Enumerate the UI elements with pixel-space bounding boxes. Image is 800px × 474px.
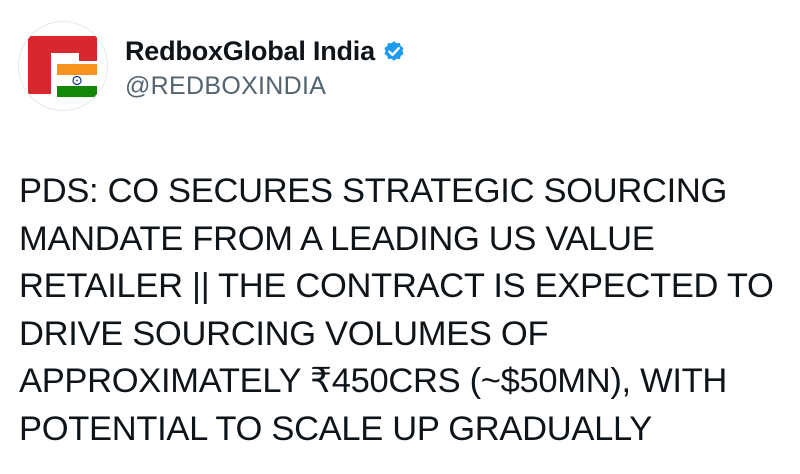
author-handle[interactable]: @REDBOXINDIA: [125, 72, 407, 101]
post-text-line: PDS: CO SECURES STRATEGIC SOURCING: [19, 172, 728, 210]
redbox-india-logo-icon: [28, 36, 97, 97]
avatar[interactable]: [19, 22, 107, 110]
verified-badge-icon: [381, 38, 407, 64]
post: RedboxGlobal India @REDBOXINDIA PDS: CO …: [0, 0, 800, 474]
post-text: PDS: CO SECURES STRATEGIC SOURCING MANDA…: [19, 168, 789, 453]
post-text-line: POTENTIAL TO SCALE UP GRADUALLY: [19, 409, 652, 448]
post-text-line: RETAILER || THE CONTRACT IS EXPECTED TO: [19, 267, 774, 305]
author-identity: RedboxGlobal India @REDBOXINDIA: [125, 34, 407, 101]
name-row: RedboxGlobal India: [125, 34, 407, 68]
post-text-line: MANDATE FROM A LEADING US VALUE: [19, 219, 655, 258]
post-header: RedboxGlobal India @REDBOXINDIA: [19, 22, 407, 110]
post-text-line: DRIVE SOURCING VOLUMES OF: [19, 314, 549, 353]
post-text-line: APPROXIMATELY ₹450CRS (~$50MN), WITH: [19, 362, 728, 400]
author-display-name[interactable]: RedboxGlobal India: [125, 36, 375, 67]
